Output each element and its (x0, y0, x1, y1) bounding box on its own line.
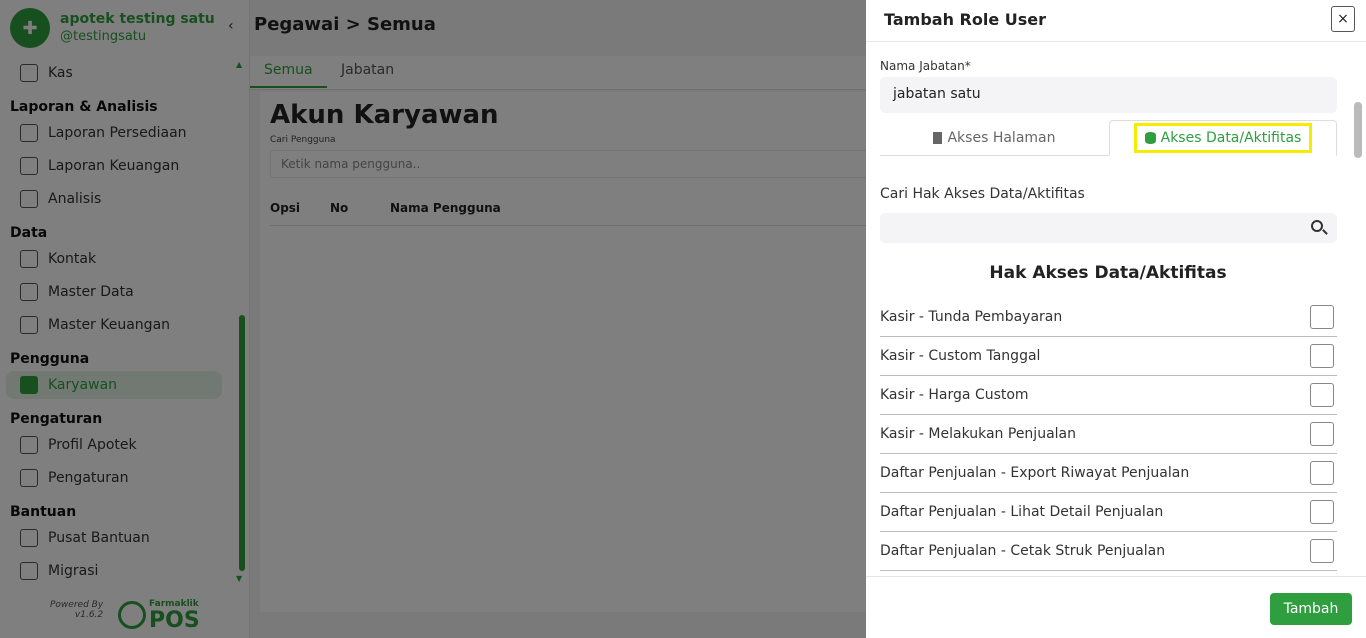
permission-list-title: Hak Akses Data/Aktifitas (989, 263, 1227, 283)
tab-akses-halaman[interactable]: Akses Halaman (880, 120, 1109, 156)
search-permission-label: Cari Hak Akses Data/Aktifitas (880, 186, 1085, 202)
list-item: Daftar Penjualan - Export Riwayat Penjua… (880, 454, 1337, 493)
list-item: Kasir - Custom Tanggal (880, 337, 1337, 376)
permission-checkbox[interactable] (1310, 461, 1334, 485)
modal-title: Tambah Role User (884, 10, 1047, 29)
search-icon[interactable] (1311, 220, 1323, 232)
modal-body: Nama Jabatan* jabatan satu Akses Halaman… (866, 42, 1366, 576)
list-item: Daftar Penjualan - Cetak Struk Penjualan (880, 532, 1337, 571)
add-role-modal: Tambah Role User × Nama Jabatan* jabatan… (866, 0, 1366, 638)
list-item: Kasir - Melakukan Penjualan (880, 415, 1337, 454)
modal-header: Tambah Role User × (866, 0, 1366, 42)
position-name-input[interactable]: jabatan satu (880, 77, 1337, 113)
permission-checkbox[interactable] (1310, 383, 1334, 407)
permission-checkbox[interactable] (1310, 539, 1334, 563)
close-button[interactable]: × (1331, 6, 1355, 32)
permission-checkbox[interactable] (1310, 344, 1334, 368)
tambah-button[interactable]: Tambah (1270, 593, 1352, 625)
database-icon (1144, 132, 1156, 144)
access-tabs: Akses Halaman Akses Data/Aktifitas (880, 120, 1337, 156)
search-permission-input[interactable] (880, 213, 1337, 243)
name-label: Nama Jabatan* (880, 59, 971, 73)
list-item: Kasir - Tunda Pembayaran (880, 298, 1337, 337)
list-item: Kasir - Harga Custom (880, 376, 1337, 415)
permission-list: Kasir - Tunda Pembayaran Kasir - Custom … (880, 298, 1337, 571)
permission-checkbox[interactable] (1310, 500, 1334, 524)
highlight-box: Akses Data/Aktifitas (1133, 123, 1313, 153)
tab-akses-data[interactable]: Akses Data/Aktifitas (1109, 120, 1337, 156)
permission-checkbox[interactable] (1310, 422, 1334, 446)
modal-scrollbar[interactable] (1354, 102, 1362, 158)
list-item: Daftar Penjualan - Lihat Detail Penjuala… (880, 493, 1337, 532)
file-icon (933, 132, 943, 144)
modal-footer: Tambah (866, 576, 1366, 638)
permission-checkbox[interactable] (1310, 305, 1334, 329)
